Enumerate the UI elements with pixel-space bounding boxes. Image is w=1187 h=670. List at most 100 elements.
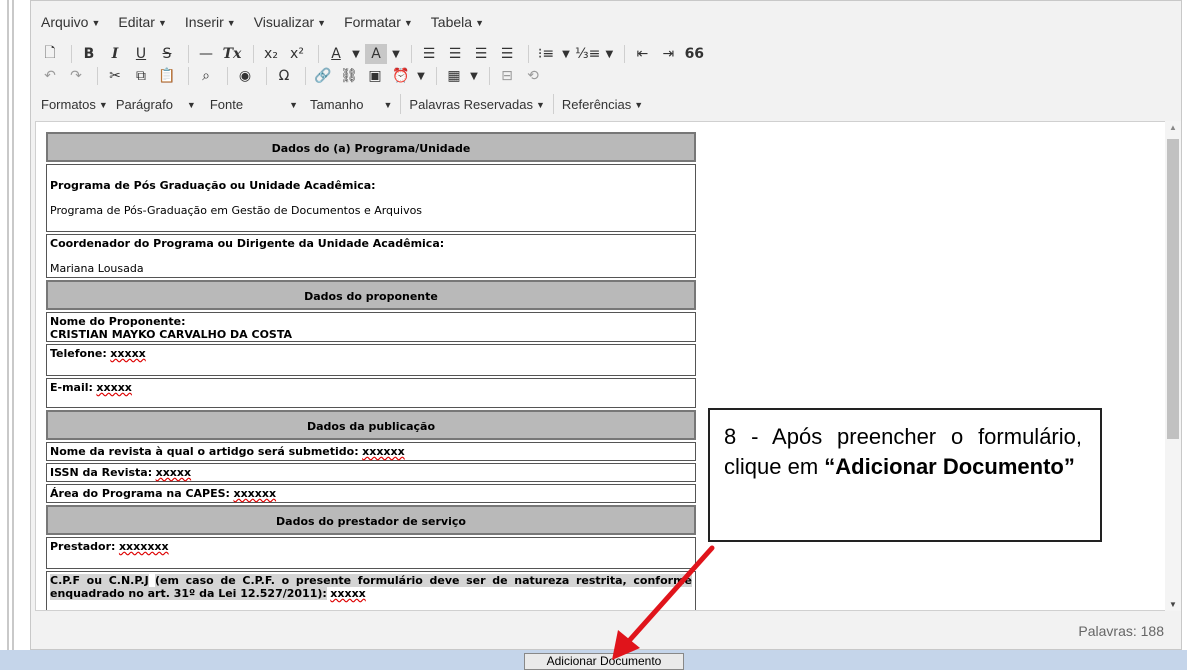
paste-icon[interactable]: 📋 bbox=[156, 66, 178, 86]
undo-icon[interactable]: ↶ bbox=[39, 66, 61, 86]
outdent-icon[interactable]: ⇤ bbox=[631, 44, 653, 64]
paragraph-dropdown[interactable]: Parágrafo ▼ bbox=[116, 97, 196, 112]
add-document-button[interactable]: Adicionar Documento bbox=[524, 653, 684, 670]
menu-tabela[interactable]: Tabela ▼ bbox=[431, 14, 484, 30]
toolbar-divider bbox=[436, 67, 437, 85]
page-break-icon[interactable]: ⊟ bbox=[496, 66, 518, 86]
superscript-button[interactable]: x² bbox=[286, 44, 308, 64]
journal-cell: Nome da revista à qual o artidgo será su… bbox=[46, 442, 696, 461]
toolbar-divider bbox=[318, 45, 319, 63]
chevron-down-icon[interactable]: ▼ bbox=[416, 66, 426, 86]
toolbar-divider bbox=[188, 45, 189, 63]
toolbar-row-1: 🗋 B I U S — Tx x₂ x² A ▼ A ▼ ☰ ☰ ☰ ☰ ⁝≡ … bbox=[31, 43, 1181, 65]
blockquote-button[interactable]: 66 bbox=[683, 44, 705, 64]
toolbar-divider bbox=[411, 45, 412, 63]
align-right-icon[interactable]: ☰ bbox=[470, 44, 492, 64]
chevron-down-icon[interactable]: ▼ bbox=[351, 44, 361, 64]
caret-down-icon: ▼ bbox=[475, 18, 484, 28]
coordinator-cell: Coordenador do Programa ou Dirigente da … bbox=[46, 234, 696, 278]
bullet-list-icon[interactable]: ⁝≡ bbox=[535, 44, 557, 64]
phone-cell: Telefone: xxxxx bbox=[46, 344, 696, 376]
area-cell: Área do Programa na CAPES: xxxxxx bbox=[46, 484, 696, 503]
email-label: E-mail: bbox=[50, 381, 93, 394]
page-left-rule bbox=[0, 0, 14, 650]
toolbar-divider bbox=[188, 67, 189, 85]
table-icon[interactable]: ▦ bbox=[443, 66, 465, 86]
toolbar-divider bbox=[489, 67, 490, 85]
preview-icon[interactable]: ◉ bbox=[234, 66, 256, 86]
caret-down-icon: ▼ bbox=[317, 18, 327, 28]
datetime-icon[interactable]: ⏰ bbox=[390, 66, 412, 86]
scroll-down-icon[interactable]: ▼ bbox=[1169, 600, 1177, 609]
font-color-button[interactable]: A bbox=[325, 44, 347, 64]
clear-formatting-button[interactable]: Tx bbox=[221, 44, 243, 64]
program-cell: Programa de Pós Graduação ou Unidade Aca… bbox=[46, 164, 696, 232]
chevron-down-icon[interactable]: ▼ bbox=[391, 44, 401, 64]
toolbar-divider bbox=[552, 94, 554, 114]
menu-arquivo[interactable]: Arquivo ▼ bbox=[41, 14, 100, 30]
indent-icon[interactable]: ⇥ bbox=[657, 44, 679, 64]
background-color-button[interactable]: A bbox=[365, 44, 387, 64]
toolbar-divider bbox=[528, 45, 529, 63]
restore-draft-icon[interactable]: ⟲ bbox=[522, 66, 544, 86]
unlink-icon[interactable]: ⛓ bbox=[338, 66, 360, 86]
chevron-down-icon[interactable]: ▼ bbox=[469, 66, 479, 86]
numbered-list-icon[interactable]: ⅓≡ bbox=[575, 44, 600, 64]
phone-value: xxxxx bbox=[110, 347, 146, 360]
cpf-label: C.P.F ou C.N.P.J bbox=[50, 574, 149, 587]
vertical-scrollbar[interactable]: ▲ ▼ bbox=[1165, 121, 1181, 611]
align-justify-icon[interactable]: ☰ bbox=[496, 44, 518, 64]
cpf-cell: C.P.F ou C.N.P.J (em caso de C.P.F. o pr… bbox=[46, 571, 696, 610]
menu-inserir[interactable]: Inserir ▼ bbox=[185, 14, 236, 30]
scroll-up-icon[interactable]: ▲ bbox=[1169, 123, 1177, 132]
align-center-icon[interactable]: ☰ bbox=[444, 44, 466, 64]
document-form: Dados do (a) Programa/Unidade Programa d… bbox=[46, 132, 696, 610]
redo-icon[interactable]: ↷ bbox=[65, 66, 87, 86]
provider-label: Prestador: bbox=[50, 540, 116, 553]
coordinator-value: Mariana Lousada bbox=[50, 262, 144, 275]
journal-label: Nome da revista à qual o artidgo será su… bbox=[50, 445, 359, 458]
section-header: Dados do proponente bbox=[46, 280, 696, 310]
format-bar: Formatos ▼ Parágrafo ▼ Fonte ▼ Tamanho ▼ Pal… bbox=[31, 91, 1181, 117]
link-icon[interactable]: 🔗 bbox=[312, 66, 334, 86]
align-left-icon[interactable]: ☰ bbox=[418, 44, 440, 64]
size-dropdown[interactable]: Tamanho ▼ bbox=[310, 97, 392, 112]
menu-visualizar[interactable]: Visualizar ▼ bbox=[254, 14, 326, 30]
chevron-down-icon[interactable]: ▼ bbox=[561, 44, 571, 64]
copy-icon[interactable]: ⧉ bbox=[130, 66, 152, 86]
new-document-icon[interactable]: 🗋 bbox=[39, 44, 61, 64]
menu-formatar[interactable]: Formatar ▼ bbox=[344, 14, 413, 30]
strikethrough-button[interactable]: S bbox=[156, 44, 178, 64]
email-value: xxxxx bbox=[96, 381, 132, 394]
formats-dropdown[interactable]: Formatos ▼ bbox=[41, 97, 108, 112]
menu-editar[interactable]: Editar ▼ bbox=[118, 14, 167, 30]
journal-value: xxxxxx bbox=[362, 445, 405, 458]
bold-button[interactable]: B bbox=[78, 44, 100, 64]
phone-label: Telefone: bbox=[50, 347, 107, 360]
status-bar: Palavras: 188 bbox=[35, 613, 1180, 649]
image-icon[interactable]: ▣ bbox=[364, 66, 386, 86]
horizontal-rule-icon[interactable]: — bbox=[195, 44, 217, 64]
word-count: Palavras: 188 bbox=[1078, 623, 1164, 639]
subscript-button[interactable]: x₂ bbox=[260, 44, 282, 64]
rich-text-editor: Arquivo ▼ Editar ▼ Inserir ▼ Visualizar ▼ Fo… bbox=[30, 0, 1182, 650]
underline-button[interactable]: U bbox=[130, 44, 152, 64]
area-value: xxxxxx bbox=[233, 487, 277, 500]
caret-down-icon: ▼ bbox=[535, 99, 545, 110]
cut-icon[interactable]: ✂ bbox=[104, 66, 126, 86]
program-label: Programa de Pós Graduação ou Unidade Aca… bbox=[50, 179, 376, 192]
toolbar-divider bbox=[305, 67, 306, 85]
section-header: Dados da publicação bbox=[46, 410, 696, 440]
find-replace-icon[interactable]: ⌕ bbox=[195, 66, 217, 86]
caret-down-icon: ▼ bbox=[186, 99, 196, 110]
reserved-words-dropdown[interactable]: Palavras Reservadas ▼ bbox=[409, 97, 544, 112]
references-dropdown[interactable]: Referências ▼ bbox=[562, 97, 643, 112]
toolbar-divider bbox=[97, 67, 98, 85]
chevron-down-icon[interactable]: ▼ bbox=[604, 44, 614, 64]
special-character-icon[interactable]: Ω bbox=[273, 66, 295, 86]
font-dropdown[interactable]: Fonte ▼ bbox=[210, 97, 298, 112]
callout-emphasis: “Adicionar Documento” bbox=[824, 454, 1075, 479]
italic-button[interactable]: I bbox=[104, 44, 126, 64]
provider-cell: Prestador: xxxxxxx bbox=[46, 537, 696, 569]
scroll-thumb[interactable] bbox=[1167, 139, 1179, 439]
